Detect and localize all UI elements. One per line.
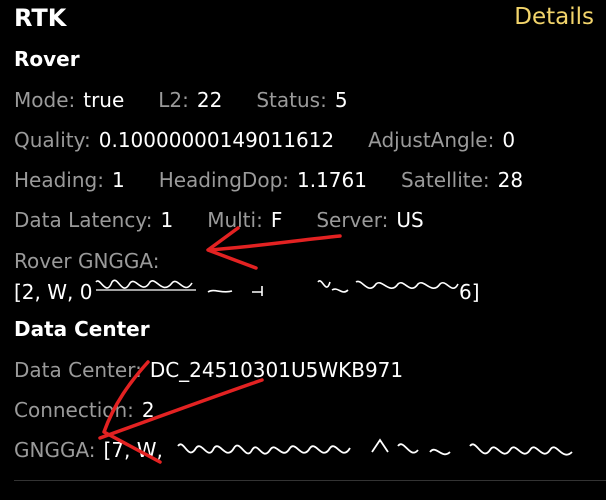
mode-value: true	[83, 88, 125, 112]
dc-row-id: Data Center: DC_24510301U5WKB971	[14, 358, 403, 382]
data-center-section-title: Data Center	[14, 317, 150, 341]
rover-row-latency: Data Latency: 1 Multi: F Server: US	[14, 208, 424, 232]
adjust-angle-label: AdjustAngle:	[368, 128, 495, 152]
dc-gngga-value-start: [7, W,	[103, 438, 163, 462]
data-latency-value: 1	[160, 208, 174, 232]
multi-label: Multi:	[207, 208, 263, 232]
dc-row-gngga: GNGGA: [7, W,	[14, 438, 163, 462]
rover-gngga-label: Rover GNGGA:	[14, 249, 160, 273]
adjust-angle-value: 0	[502, 128, 516, 152]
heading-label: Heading:	[14, 168, 104, 192]
rover-row-heading: Heading: 1 HeadingDop: 1.1761 Satellite: 28	[14, 168, 523, 192]
mode-label: Mode:	[14, 88, 76, 112]
rover-gngga-value-end: 6]	[459, 280, 480, 304]
data-center-value: DC_24510301U5WKB971	[149, 358, 404, 382]
heading-dop-value: 1.1761	[297, 168, 367, 192]
red-arrow-upper	[206, 226, 342, 270]
status-value: 5	[334, 88, 348, 112]
dc-gngga-label: GNGGA:	[14, 438, 96, 462]
l2-label: L2:	[158, 88, 189, 112]
status-label: Status:	[256, 88, 327, 112]
data-latency-label: Data Latency:	[14, 208, 153, 232]
connection-value: 2	[141, 398, 155, 422]
page-title: RTK	[14, 4, 67, 32]
rover-row-quality: Quality: 0.10000000149011612 AdjustAngle: 0	[14, 128, 515, 152]
server-value: US	[396, 208, 424, 232]
rover-section-title: Rover	[14, 47, 80, 71]
quality-label: Quality:	[14, 128, 91, 152]
satellite-value: 28	[497, 168, 524, 192]
rover-gngga-redaction-scribble	[95, 279, 459, 296]
connection-label: Connection:	[14, 398, 134, 422]
dc-row-connection: Connection: 2	[14, 398, 155, 422]
heading-dop-label: HeadingDop:	[158, 168, 289, 192]
heading-value: 1	[111, 168, 125, 192]
data-center-label: Data Center:	[14, 358, 142, 382]
satellite-label: Satellite:	[400, 168, 490, 192]
rover-row-mode: Mode: true L2: 22 Status: 5	[14, 88, 348, 112]
details-link[interactable]: Details	[514, 4, 594, 30]
quality-value: 0.10000000149011612	[98, 128, 335, 152]
l2-value: 22	[196, 88, 223, 112]
dc-gngga-redaction-scribble	[177, 438, 573, 456]
multi-value: F	[270, 208, 283, 232]
divider	[14, 480, 606, 481]
rover-gngga-value-start: [2, W, 0	[14, 280, 93, 304]
server-label: Server:	[316, 208, 389, 232]
